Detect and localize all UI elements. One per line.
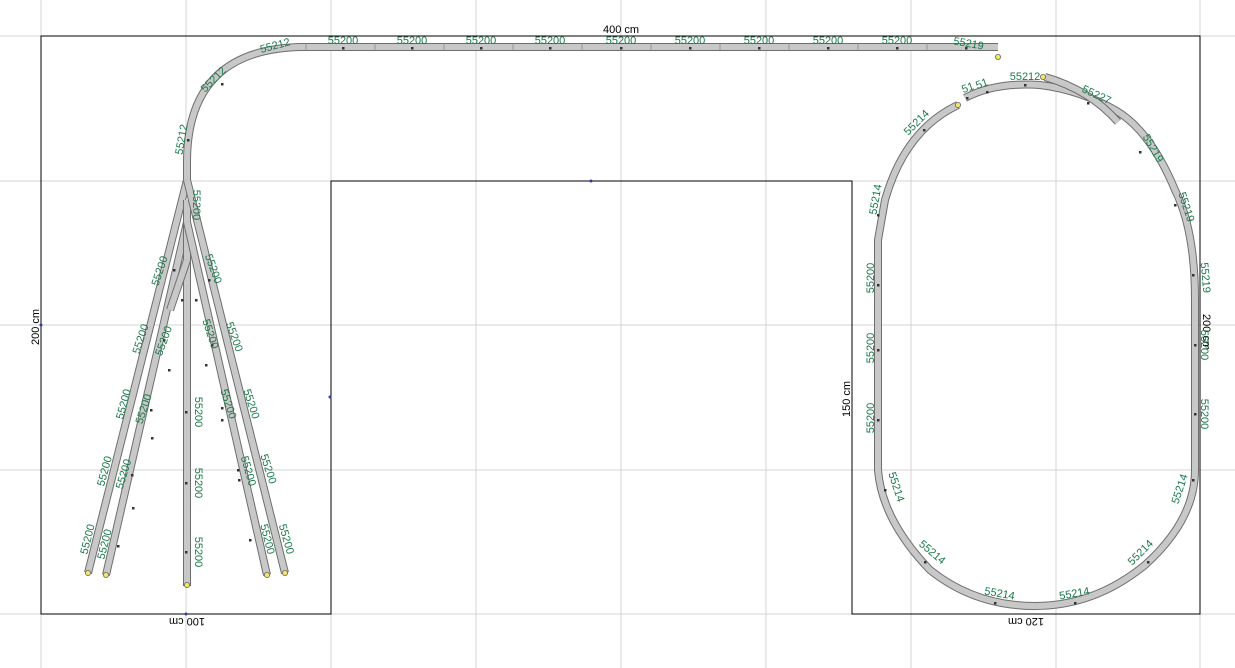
track-joint (480, 47, 483, 50)
layout-canvas[interactable]: 400 cm 200 cm 100 cm 150 cm 120 cm 200 c… (0, 0, 1235, 668)
part-label: 55200 (675, 35, 706, 47)
track-joint (986, 91, 989, 94)
part-label: 55200 (217, 388, 238, 421)
track-joint (1174, 204, 1177, 207)
track-joint (758, 47, 761, 50)
track-joint (168, 369, 171, 372)
dimension-left: 200 cm (30, 309, 42, 345)
track-endpoint[interactable] (1040, 74, 1047, 81)
part-label: 55214 (885, 471, 906, 504)
part-label: 55200 (813, 35, 844, 47)
track-joint (689, 47, 692, 50)
track-oval[interactable] (875, 81, 1198, 609)
track-joint (221, 419, 224, 422)
track-joint (238, 479, 241, 482)
track-joint (884, 489, 887, 492)
track-joint (923, 129, 926, 132)
dimension-bottom-left: 100 cm (169, 615, 205, 627)
part-label: 55200 (1198, 330, 1210, 361)
track-joint (1194, 413, 1197, 416)
track-joint (1194, 344, 1197, 347)
track-top-edge (183, 43, 998, 182)
part-label: 55200 (199, 318, 220, 351)
part-label: 55200 (328, 35, 359, 47)
track-joint (966, 97, 969, 100)
part-label: 55200 (466, 35, 497, 47)
dimension-bottom-right: 120 cm (1008, 615, 1044, 627)
track-joint (117, 545, 120, 548)
part-label: 55200 (192, 537, 204, 568)
outline-handle[interactable] (328, 395, 332, 399)
part-label: 55200 (192, 468, 204, 499)
track-joint (1192, 274, 1195, 277)
track-joint (827, 47, 830, 50)
part-label: 55200 (865, 403, 877, 434)
track-joint (1147, 561, 1150, 564)
track-endpoint[interactable] (85, 570, 92, 577)
track-joint (185, 551, 188, 554)
part-label: 55200 (882, 35, 913, 47)
track-joint (185, 411, 188, 414)
track-joint (249, 539, 252, 542)
track-endpoint[interactable] (995, 54, 1002, 61)
track-joint (924, 561, 927, 564)
track-joint (151, 437, 154, 440)
track-joint (131, 474, 134, 477)
part-label: 55200 (192, 397, 204, 428)
part-label: 55200 (865, 263, 877, 294)
part-label: 55219 (1140, 132, 1166, 164)
track-endpoint[interactable] (281, 570, 288, 577)
track-endpoint[interactable] (263, 572, 270, 579)
track-joint (208, 279, 211, 282)
part-label: 55212 (199, 65, 229, 95)
track-joint (896, 47, 899, 50)
track-fan-1[interactable] (85, 179, 190, 574)
dimension-middle: 150 cm (841, 381, 853, 417)
track-joint (411, 47, 414, 50)
track-joint (205, 364, 208, 367)
track-endpoint[interactable] (183, 582, 190, 589)
track-joint (620, 47, 623, 50)
track-joint (195, 299, 198, 302)
track-joint (877, 284, 880, 287)
part-label: 55200 (1198, 399, 1210, 430)
part-label: 55200 (535, 35, 566, 47)
outline-handle[interactable] (589, 179, 593, 183)
track-joint (1074, 602, 1077, 605)
track-joint (877, 419, 880, 422)
track-joint (173, 269, 176, 272)
part-label: 55200 (397, 35, 428, 47)
track-joint (221, 83, 224, 86)
part-label: 55200 (606, 35, 637, 47)
track-joint (549, 47, 552, 50)
part-label: 55200 (190, 190, 202, 221)
track-joint (1192, 479, 1195, 482)
track-joint (132, 507, 135, 510)
track-endpoint[interactable] (103, 572, 110, 579)
track-joint (342, 47, 345, 50)
track-joint (1087, 102, 1090, 105)
track-joint (237, 469, 240, 472)
track-joint (185, 482, 188, 485)
part-label: 55200 (744, 35, 775, 47)
track-joint (994, 602, 997, 605)
track-fan-5[interactable] (184, 179, 288, 574)
part-label: 55212 (1010, 71, 1041, 83)
label-layer: 55212552125521255200 55200 55200 55200 55200… (79, 35, 1213, 603)
track-joint (1024, 84, 1027, 87)
track-top[interactable] (184, 44, 998, 182)
track-joint (1139, 151, 1142, 154)
track-joint (150, 409, 153, 412)
track-oval-edge (874, 80, 1199, 610)
track-endpoint[interactable] (955, 102, 962, 109)
track-joint (181, 299, 184, 302)
part-label: 55200 (865, 333, 877, 364)
track-joint (877, 349, 880, 352)
